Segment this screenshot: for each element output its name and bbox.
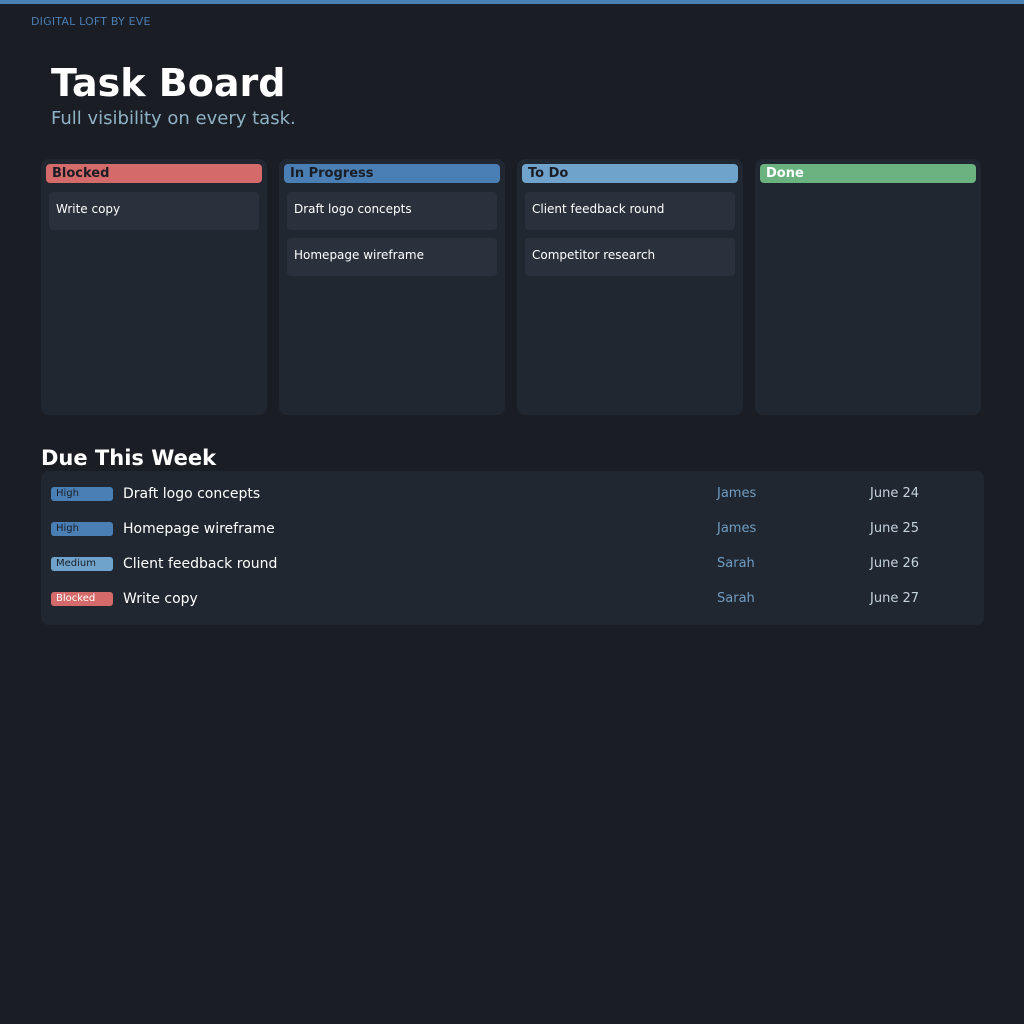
page-subtitle: Full visibility on every task.: [51, 108, 296, 129]
brand-label: DIGITAL LOFT BY EVE: [31, 15, 151, 28]
due-this-week-list: High Draft logo concepts James June 24 H…: [41, 471, 984, 625]
task-card[interactable]: Homepage wireframe: [287, 238, 497, 276]
due-task-name[interactable]: Draft logo concepts: [123, 485, 260, 503]
due-task-name[interactable]: Client feedback round: [123, 555, 277, 573]
page-title: Task Board: [51, 61, 286, 105]
due-task-name[interactable]: Write copy: [123, 590, 198, 608]
due-row[interactable]: High Draft logo concepts James June 24: [41, 485, 984, 505]
column-header-done[interactable]: Done: [760, 164, 976, 183]
task-card[interactable]: Write copy: [49, 192, 259, 230]
due-assignee: Sarah: [717, 556, 755, 571]
priority-badge: Blocked: [51, 592, 113, 606]
due-assignee: Sarah: [717, 591, 755, 606]
due-this-week-title: Due This Week: [41, 446, 217, 470]
due-row[interactable]: Medium Client feedback round Sarah June …: [41, 555, 984, 575]
column-to-do: To Do Client feedback round Competitor r…: [517, 159, 743, 415]
task-board: Blocked Write copy In Progress Draft log…: [41, 159, 981, 415]
priority-badge: High: [51, 487, 113, 501]
due-row[interactable]: Blocked Write copy Sarah June 27: [41, 590, 984, 610]
task-card[interactable]: Client feedback round: [525, 192, 735, 230]
column-header-blocked[interactable]: Blocked: [46, 164, 262, 183]
column-done: Done: [755, 159, 981, 415]
column-header-in-progress[interactable]: In Progress: [284, 164, 500, 183]
priority-badge: Medium: [51, 557, 113, 571]
due-date: June 25: [870, 521, 919, 536]
column-blocked: Blocked Write copy: [41, 159, 267, 415]
due-row[interactable]: High Homepage wireframe James June 25: [41, 520, 984, 540]
priority-badge: High: [51, 522, 113, 536]
due-date: June 24: [870, 486, 919, 501]
task-card[interactable]: Competitor research: [525, 238, 735, 276]
column-in-progress: In Progress Draft logo concepts Homepage…: [279, 159, 505, 415]
task-card[interactable]: Draft logo concepts: [287, 192, 497, 230]
column-header-to-do[interactable]: To Do: [522, 164, 738, 183]
due-assignee: James: [717, 521, 757, 536]
top-accent-bar: [0, 0, 1024, 4]
due-date: June 26: [870, 556, 919, 571]
due-date: June 27: [870, 591, 919, 606]
due-assignee: James: [717, 486, 757, 501]
due-task-name[interactable]: Homepage wireframe: [123, 520, 275, 538]
